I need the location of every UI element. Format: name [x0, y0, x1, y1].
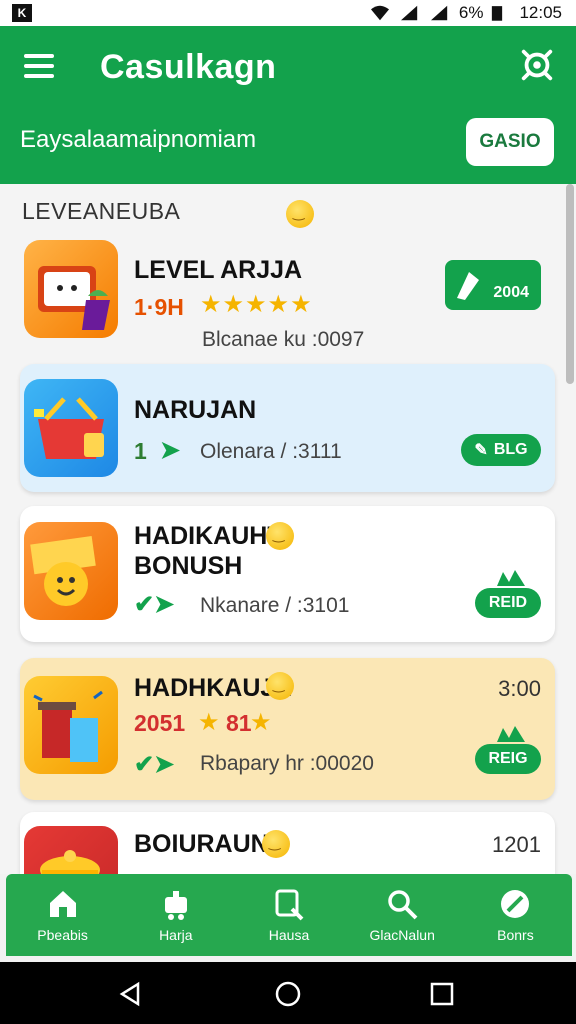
reward-badge-text: REIG — [488, 750, 528, 767]
nav-label: Hausa — [268, 927, 310, 943]
reward-badge[interactable]: ✎ BLG — [461, 434, 541, 466]
item-title-line-1: HADIKAUHT — [134, 522, 283, 550]
search-icon — [388, 890, 418, 920]
item-time: 1201 — [492, 832, 541, 857]
nav-home[interactable]: Pbeabis — [6, 874, 119, 956]
wink-emoji-icon — [266, 672, 294, 700]
system-nav-bar — [0, 962, 576, 1024]
rating-stars: ★★★★★ — [200, 291, 313, 318]
reward-badge-text: 2004 — [493, 284, 529, 301]
gear-icon[interactable] — [518, 46, 556, 84]
tv-character-icon — [38, 266, 110, 330]
item-subtext: Olenara / :3111 — [200, 440, 342, 463]
main-content: LEVEANEUBA LEVEL ARJJA 1·9H ★★★★★ Blcana… — [0, 184, 576, 874]
bottom-nav: Pbeabis Harja Hausa GlacNalun Bonrs — [6, 874, 572, 956]
page-subtitle: Eaysalaamaipnomiam — [20, 126, 257, 153]
ticket-icon: ✎ — [474, 442, 488, 459]
nav-bonus[interactable]: Bonrs — [459, 874, 572, 956]
list-item[interactable]: HADHKAUJN 3:00 2051 ★ 81 ★ ✔➤ Rbapary hr… — [20, 658, 555, 800]
nav-label: Bonrs — [497, 927, 534, 943]
item-score: 2051 — [134, 710, 186, 736]
treasure-pot-icon — [40, 850, 100, 874]
people-icon — [497, 726, 525, 742]
reward-badge-text: BLG — [493, 441, 528, 458]
item-subtext: Rbapary hr :00020 — [200, 752, 374, 775]
game-thumbnail — [24, 240, 118, 338]
app-title: Casulkagn — [100, 48, 277, 86]
item-level: 1·9H — [134, 294, 184, 320]
compass-icon — [501, 890, 530, 918]
check-icon: ✔➤ — [134, 591, 175, 618]
game-thumbnail — [24, 826, 118, 874]
item-title: NARUJAN — [134, 396, 257, 424]
item-title-line-2: BONUSH — [134, 552, 243, 580]
nav-label: GlacNalun — [369, 927, 435, 943]
nav-label: Pbeabis — [37, 927, 88, 943]
star-icon: ★ — [250, 709, 273, 736]
smile-emoji-icon — [286, 200, 314, 228]
item-level: 1 — [134, 438, 147, 464]
status-bar: K 6% 12:05 — [0, 0, 576, 26]
section-heading: LEVEANEUBA — [22, 198, 181, 224]
game-thumbnail — [24, 379, 118, 477]
battery-icon — [492, 6, 503, 21]
nav-games[interactable]: Harja — [119, 874, 232, 956]
reward-badge-text: REID — [488, 594, 528, 611]
reward-badge[interactable]: REID — [475, 588, 541, 618]
recents-icon[interactable] — [428, 980, 456, 1008]
menu-icon[interactable] — [24, 54, 54, 78]
search-doc-icon — [275, 889, 304, 921]
item-time: 3:00 — [498, 676, 541, 701]
game-thumbnail — [24, 522, 118, 620]
bonus-sign-icon — [30, 535, 96, 606]
home-button-icon[interactable] — [274, 980, 302, 1008]
reward-badge[interactable]: 2004 — [445, 260, 541, 310]
check-icon: ✔➤ — [134, 751, 175, 778]
signal-2-icon — [430, 5, 448, 21]
item-score-extra: 81 — [226, 710, 252, 736]
game-thumbnail — [24, 676, 118, 774]
action-button[interactable]: GASIO — [466, 118, 554, 166]
scrollbar[interactable] — [566, 184, 574, 384]
leaf-icon: ➤ — [160, 437, 181, 464]
list-item[interactable]: LEVEL ARJJA 1·9H ★★★★★ Blcanae ku :0097 … — [20, 236, 555, 352]
notification-icon: K — [12, 4, 32, 22]
rocket-icon — [457, 272, 479, 300]
list-item[interactable]: BOIURAUNN 1201 — [20, 812, 555, 874]
app-bar: Casulkagn Eaysalaamaipnomiam GASIO — [0, 26, 576, 184]
list-item[interactable]: HADIKAUHT BONUSH ✔➤ Nkanare / :3101 REID — [20, 506, 555, 642]
item-subtext: Nkanare / :3101 — [200, 594, 350, 617]
people-icon — [497, 570, 525, 586]
gift-cups-icon — [33, 690, 103, 762]
nav-search[interactable]: GlacNalun — [346, 874, 459, 956]
item-title: LEVEL ARJJA — [134, 256, 303, 284]
nav-house[interactable]: Hausa — [232, 874, 345, 956]
robot-icon — [164, 891, 187, 920]
shopping-basket-icon — [34, 397, 104, 459]
battery-text: 6% — [458, 3, 484, 22]
star-icon: ★ — [198, 709, 221, 736]
item-subtext: Blcanae ku :0097 — [202, 328, 365, 351]
status-right: 6% 12:05 — [369, 3, 562, 23]
back-icon[interactable] — [116, 980, 144, 1008]
wifi-icon — [370, 5, 389, 21]
smile-emoji-icon — [262, 830, 290, 858]
smile-emoji-icon — [266, 522, 294, 550]
reward-badge[interactable]: REIG — [475, 744, 541, 774]
list-item[interactable]: NARUJAN 1 ➤ Olenara / :3111 ✎ BLG — [20, 364, 555, 492]
clock: 12:05 — [519, 3, 562, 22]
signal-icon — [400, 5, 418, 21]
nav-label: Harja — [159, 927, 193, 943]
home-icon — [49, 891, 76, 917]
